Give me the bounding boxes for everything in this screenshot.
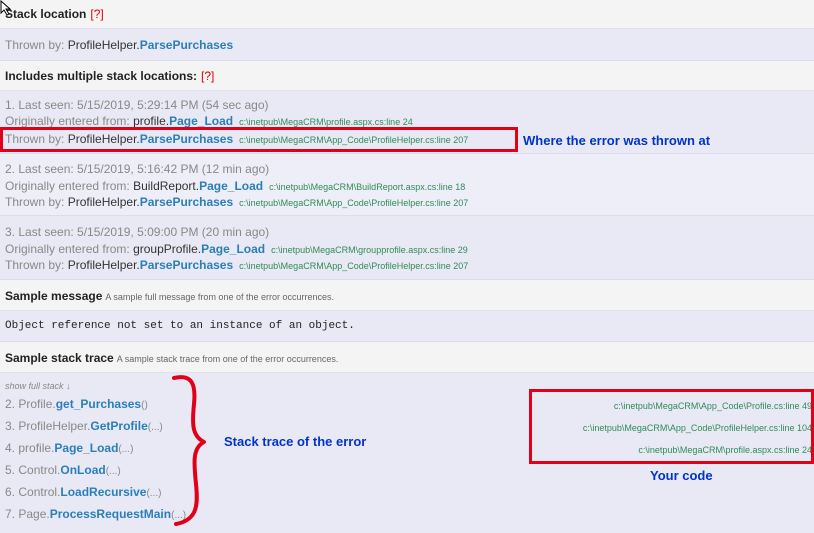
frame-method-link[interactable]: GetProfile — [90, 419, 147, 433]
help-link[interactable]: [?] — [90, 7, 103, 21]
frame-number: 5. — [5, 463, 16, 477]
entered-method-link[interactable]: Page_Load — [169, 114, 233, 128]
frame-args: (...) — [105, 466, 121, 477]
entry-seen: 1. Last seen: 5/15/2019, 5:29:14 PM (54 … — [5, 98, 269, 112]
entered-path: c:\inetpub\MegaCRM\profile.aspx.cs:line … — [239, 117, 413, 127]
multiple-locations-header: Includes multiple stack locations: [?] — [0, 61, 814, 91]
thrown-method-link[interactable]: ParsePurchases — [140, 195, 233, 209]
sample-message-desc: A sample full message from one of the er… — [105, 292, 334, 302]
sample-stack-header: Sample stack trace A sample stack trace f… — [0, 342, 814, 373]
stack-frame: 5. Control.OnLoad(...) — [5, 463, 121, 477]
thrown-method-link[interactable]: ParsePurchases — [140, 258, 233, 272]
sample-message-title: Sample message — [5, 289, 103, 303]
stack-location-row: Thrown by: ProfileHelper.ParsePurchases — [0, 29, 814, 61]
stack-entry: 2. Last seen: 5/15/2019, 5:16:42 PM (12 … — [0, 154, 814, 216]
entered-label: Originally entered from: — [5, 179, 130, 193]
frame-class: Profile. — [18, 397, 56, 411]
entered-class: profile. — [133, 114, 170, 128]
stack-frame: 6. Control.LoadRecursive(...) — [5, 485, 161, 499]
entered-label: Originally entered from: — [5, 114, 130, 128]
thrown-label: Thrown by: — [5, 195, 65, 209]
frame-args: (...) — [146, 488, 162, 499]
thrown-at-highlight-box — [0, 127, 518, 152]
annotation-your-code: Your code — [650, 468, 713, 483]
stack-frame: 3. ProfileHelper.GetProfile(...) — [5, 419, 163, 433]
thrown-path: c:\inetpub\MegaCRM\App_Code\ProfileHelpe… — [239, 198, 469, 208]
entered-label: Originally entered from: — [5, 242, 130, 256]
entered-path: c:\inetpub\MegaCRM\BuildReport.aspx.cs:l… — [269, 182, 466, 192]
curly-brace-annotation — [172, 375, 206, 526]
sample-stack-title: Sample stack trace — [5, 351, 114, 365]
frame-method-link[interactable]: LoadRecursive — [60, 485, 146, 499]
frame-number: 6. — [5, 485, 16, 499]
stack-frame: 2. Profile.get_Purchases() — [5, 397, 148, 411]
frame-number: 7. — [5, 507, 16, 521]
frame-number: 2. — [5, 397, 16, 411]
thrown-label: Thrown by: — [5, 258, 65, 272]
frame-class: Control. — [18, 485, 61, 499]
frame-number: 3. — [5, 419, 16, 433]
thrown-class: ProfileHelper. — [67, 195, 140, 209]
entered-path: c:\inetpub\MegaCRM\groupprofile.aspx.cs:… — [271, 245, 468, 255]
cursor-icon — [0, 0, 12, 16]
stack-frame: 4. profile.Page_Load(...) — [5, 441, 133, 455]
multiple-locations-title: Includes multiple stack locations: — [5, 69, 198, 83]
stack-location-title: Stack location — [5, 7, 87, 21]
frame-args: (...) — [118, 444, 134, 455]
thrown-by-class: ProfileHelper. — [67, 38, 140, 52]
sample-message-header: Sample message A sample full message from… — [0, 280, 814, 311]
frame-args: () — [141, 400, 148, 411]
show-full-stack-link[interactable]: show full stack ↓ — [5, 378, 71, 394]
entered-method-link[interactable]: Page_Load — [201, 242, 265, 256]
frame-class: Control. — [18, 463, 61, 477]
entered-class: BuildReport. — [133, 179, 200, 193]
sample-stack-desc: A sample stack trace from one of the err… — [116, 354, 339, 364]
frame-method-link[interactable]: OnLoad — [60, 463, 105, 477]
thrown-by-label: Thrown by: — [5, 38, 65, 52]
frame-class: profile. — [18, 441, 55, 455]
thrown-class: ProfileHelper. — [67, 258, 140, 272]
annotation-thrown-at: Where the error was thrown at — [523, 133, 711, 148]
sample-message-row: Object reference not set to an instance … — [0, 311, 814, 342]
frame-method-link[interactable]: Page_Load — [54, 441, 118, 455]
entry-seen: 2. Last seen: 5/15/2019, 5:16:42 PM (12 … — [5, 162, 270, 176]
frame-method-link[interactable]: ProcessRequestMain — [50, 507, 171, 521]
frame-number: 4. — [5, 441, 16, 455]
thrown-path: c:\inetpub\MegaCRM\App_Code\ProfileHelpe… — [239, 261, 469, 271]
entry-seen: 3. Last seen: 5/15/2019, 5:09:00 PM (20 … — [5, 225, 270, 239]
frame-args: (...) — [147, 422, 163, 433]
help-link[interactable]: [?] — [201, 69, 214, 83]
frame-class: ProfileHelper. — [18, 419, 91, 433]
frame-class: Page. — [18, 507, 50, 521]
frame-method-link[interactable]: get_Purchases — [56, 397, 141, 411]
your-code-highlight-box — [529, 389, 814, 464]
annotation-stack-trace: Stack trace of the error — [224, 434, 367, 449]
stack-location-header: Stack location [?] — [0, 0, 814, 29]
sample-message-text: Object reference not set to an instance … — [5, 320, 355, 332]
thrown-by-method-link[interactable]: ParsePurchases — [140, 38, 233, 52]
stack-entry: 3. Last seen: 5/15/2019, 5:09:00 PM (20 … — [0, 216, 814, 280]
entered-class: groupProfile. — [133, 242, 202, 256]
stack-frame: 7. Page.ProcessRequestMain(...) — [5, 507, 186, 521]
entered-method-link[interactable]: Page_Load — [199, 179, 263, 193]
